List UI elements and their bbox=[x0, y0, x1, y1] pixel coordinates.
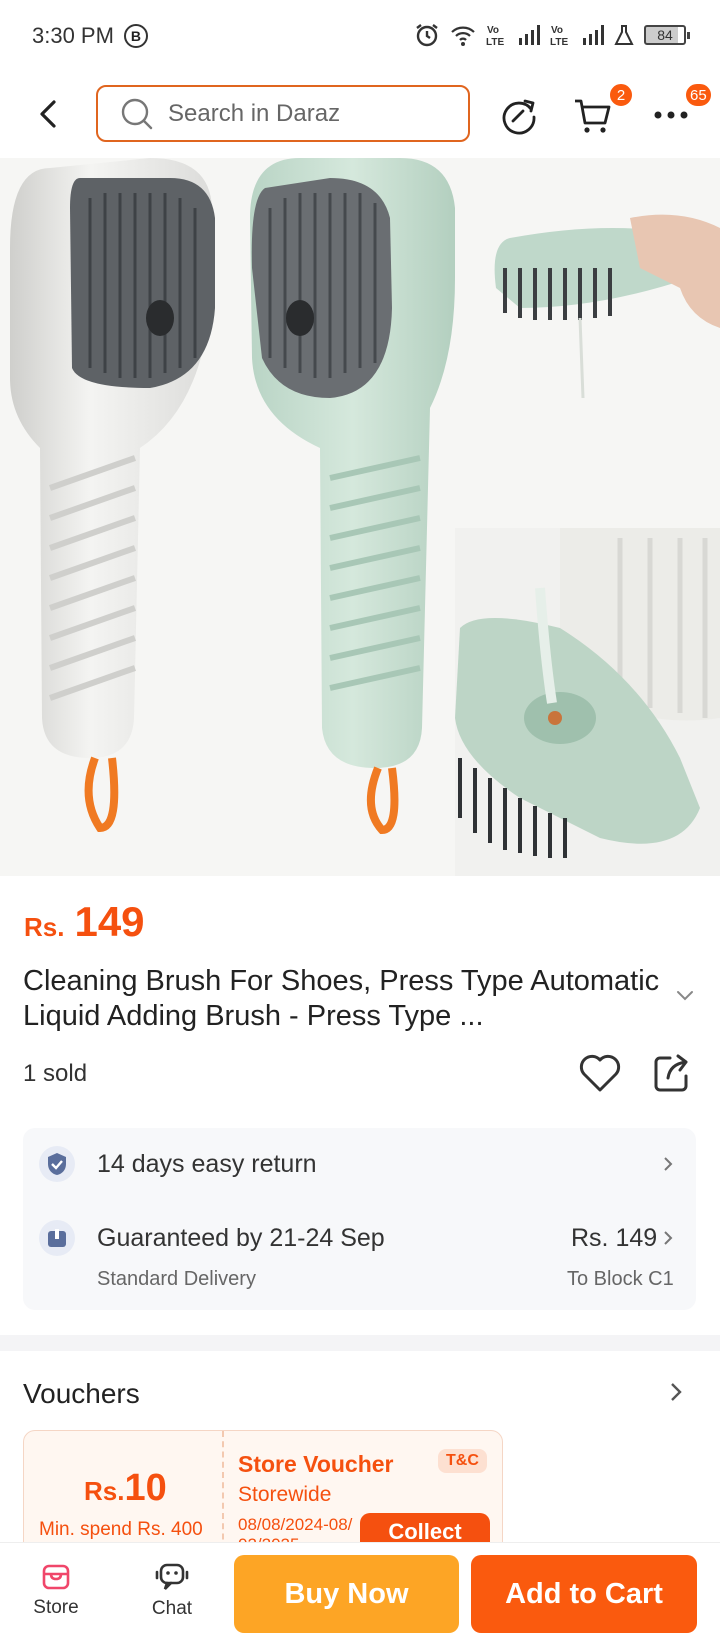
chat-icon bbox=[155, 1563, 189, 1590]
search-input[interactable]: Search in Daraz bbox=[96, 85, 470, 142]
voucher-value: 10 bbox=[124, 1467, 167, 1509]
search-placeholder: Search in Daraz bbox=[168, 99, 341, 127]
price-currency: Rs. bbox=[24, 912, 65, 942]
top-nav: Search in Daraz 2 65 bbox=[0, 72, 720, 158]
shield-check-icon bbox=[39, 1146, 75, 1182]
delivery-type: Standard Delivery bbox=[97, 1268, 256, 1290]
search-icon bbox=[121, 98, 153, 129]
return-policy[interactable]: 14 days easy return bbox=[97, 1150, 317, 1179]
svg-text:LTE: LTE bbox=[550, 37, 568, 47]
refresh-share-button[interactable] bbox=[496, 92, 542, 138]
section-divider bbox=[0, 1335, 720, 1351]
voucher-min-spend: Min. spend Rs. 400 bbox=[39, 1519, 203, 1540]
status-time: 3:30 PM bbox=[32, 23, 114, 48]
share-refresh-icon bbox=[502, 99, 536, 135]
svg-text:Vo: Vo bbox=[551, 25, 563, 36]
voucher-amount: Rs.10 bbox=[84, 1467, 167, 1510]
volte-icon: VoLTE bbox=[486, 25, 504, 47]
delivery-box-icon bbox=[39, 1220, 75, 1256]
back-icon bbox=[40, 100, 56, 128]
delivery-price: Rs. 149 bbox=[571, 1224, 658, 1252]
b-badge-icon: B bbox=[123, 24, 148, 48]
more-icon bbox=[654, 111, 688, 119]
battery-icon: 84 bbox=[644, 25, 690, 45]
flask-icon bbox=[614, 25, 634, 45]
chevron-down-icon[interactable] bbox=[676, 990, 694, 1002]
chevron-right-icon[interactable] bbox=[663, 1156, 673, 1172]
share-button[interactable] bbox=[652, 1052, 692, 1094]
status-icons: Vo LTE Vo LTE 84 bbox=[414, 22, 690, 48]
volte-icon: VoLTE bbox=[550, 25, 568, 47]
alarm-icon bbox=[416, 24, 438, 47]
status-bar: 3:30 PM B Vo LTE Vo LTE 84 bbox=[0, 0, 720, 72]
chevron-right-icon[interactable] bbox=[670, 1382, 682, 1402]
signal-icon bbox=[519, 25, 540, 45]
voucher-currency: Rs. bbox=[84, 1476, 125, 1506]
product-image[interactable] bbox=[0, 158, 720, 876]
service-card: 14 days easy return Guaranteed by 21-24 … bbox=[23, 1128, 696, 1310]
delivery-guarantee[interactable]: Guaranteed by 21-24 Sep bbox=[97, 1224, 385, 1253]
voucher-tc-badge[interactable]: T&C bbox=[438, 1449, 487, 1473]
signal-icon bbox=[583, 25, 604, 45]
svg-text:Vo: Vo bbox=[487, 25, 499, 36]
cart-icon bbox=[575, 99, 611, 133]
more-count-badge: 65 bbox=[684, 82, 713, 108]
price-value: 149 bbox=[74, 898, 145, 945]
voucher-name: Store Voucher bbox=[238, 1451, 394, 1477]
back-button[interactable] bbox=[30, 94, 66, 134]
voucher-scope: Storewide bbox=[238, 1483, 332, 1506]
cart-count-badge: 2 bbox=[608, 82, 634, 108]
price: Rs. 149 bbox=[24, 898, 145, 946]
chat-button[interactable]: Chat bbox=[132, 1551, 212, 1631]
wishlist-button[interactable] bbox=[578, 1052, 622, 1094]
sold-count: 1 sold bbox=[23, 1060, 88, 1087]
store-icon bbox=[42, 1564, 70, 1590]
product-title[interactable]: Cleaning Brush For Shoes, Press Type Aut… bbox=[23, 964, 663, 1034]
bottom-action-bar: Store Chat Buy Now Add to Cart bbox=[0, 1542, 720, 1640]
heart-icon bbox=[579, 1054, 621, 1092]
delivery-location[interactable]: To Block C1 bbox=[567, 1268, 674, 1291]
share-icon bbox=[654, 1054, 688, 1092]
brush-illustration bbox=[0, 158, 720, 876]
buy-now-button[interactable]: Buy Now bbox=[234, 1555, 459, 1633]
store-label: Store bbox=[33, 1597, 79, 1618]
chevron-right-icon[interactable] bbox=[663, 1230, 673, 1246]
add-to-cart-button[interactable]: Add to Cart bbox=[471, 1555, 697, 1633]
chat-label: Chat bbox=[151, 1598, 193, 1619]
wifi-icon bbox=[451, 26, 475, 46]
svg-text:LTE: LTE bbox=[486, 37, 504, 47]
store-button[interactable]: Store bbox=[16, 1551, 96, 1631]
vouchers-title: Vouchers bbox=[23, 1378, 140, 1409]
